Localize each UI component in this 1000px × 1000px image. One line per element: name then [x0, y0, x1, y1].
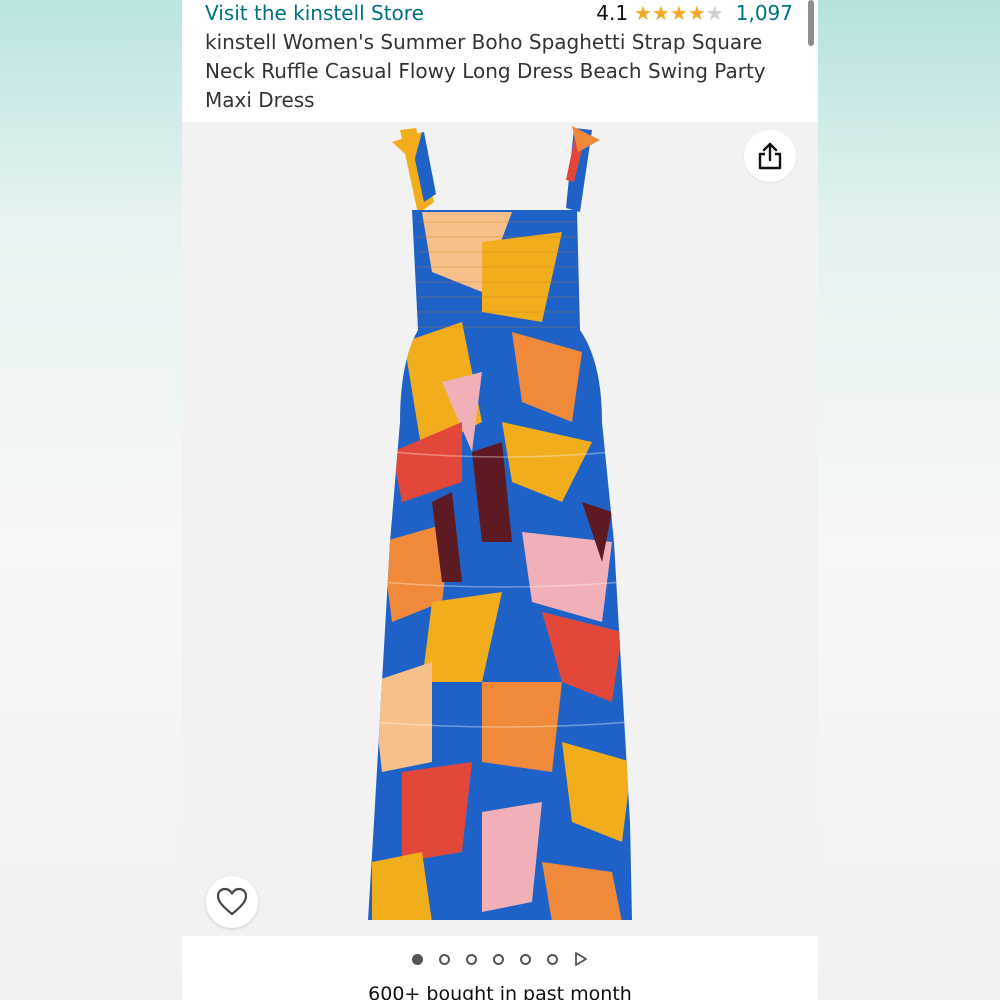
scrollbar[interactable] [808, 0, 814, 46]
share-icon [758, 142, 782, 170]
rating-summary[interactable]: 4.1 ★ ★ ★ ★ ★ 1,097 [596, 0, 793, 26]
heart-icon [216, 887, 248, 916]
carousel-dot[interactable] [493, 953, 504, 965]
star-empty-icon: ★ [705, 1, 724, 25]
store-rating-row: Visit the kinstell Store 4.1 ★ ★ ★ ★ ★ 1… [205, 0, 805, 26]
product-page: Visit the kinstell Store 4.1 ★ ★ ★ ★ ★ 1… [182, 0, 818, 1000]
play-icon[interactable] [574, 952, 588, 966]
visit-store-link[interactable]: Visit the kinstell Store [205, 0, 424, 26]
background-right [818, 0, 1000, 1000]
background-left [0, 0, 182, 1000]
star-icon: ★ [669, 1, 688, 25]
star-icon: ★ [634, 1, 652, 25]
product-title: kinstell Women's Summer Boho Spaghetti S… [205, 30, 766, 112]
star-rating: ★ ★ ★ ★ ★ [634, 3, 724, 23]
carousel-dot[interactable] [439, 953, 450, 965]
rating-value: 4.1 [596, 1, 629, 25]
add-to-list-button[interactable] [206, 876, 258, 928]
carousel-dot[interactable] [547, 953, 558, 965]
carousel-dot[interactable] [466, 953, 477, 965]
carousel-indicators [182, 948, 818, 970]
share-button[interactable] [744, 130, 796, 182]
product-image [368, 126, 632, 920]
star-icon: ★ [651, 1, 670, 25]
bought-in-past-month: 600+ bought in past month [368, 983, 632, 1000]
product-image-carousel[interactable] [182, 122, 818, 936]
star-icon: ★ [687, 1, 706, 25]
carousel-dot[interactable] [520, 953, 531, 965]
carousel-dot[interactable] [412, 953, 423, 965]
ratings-count-link[interactable]: 1,097 [736, 1, 793, 25]
